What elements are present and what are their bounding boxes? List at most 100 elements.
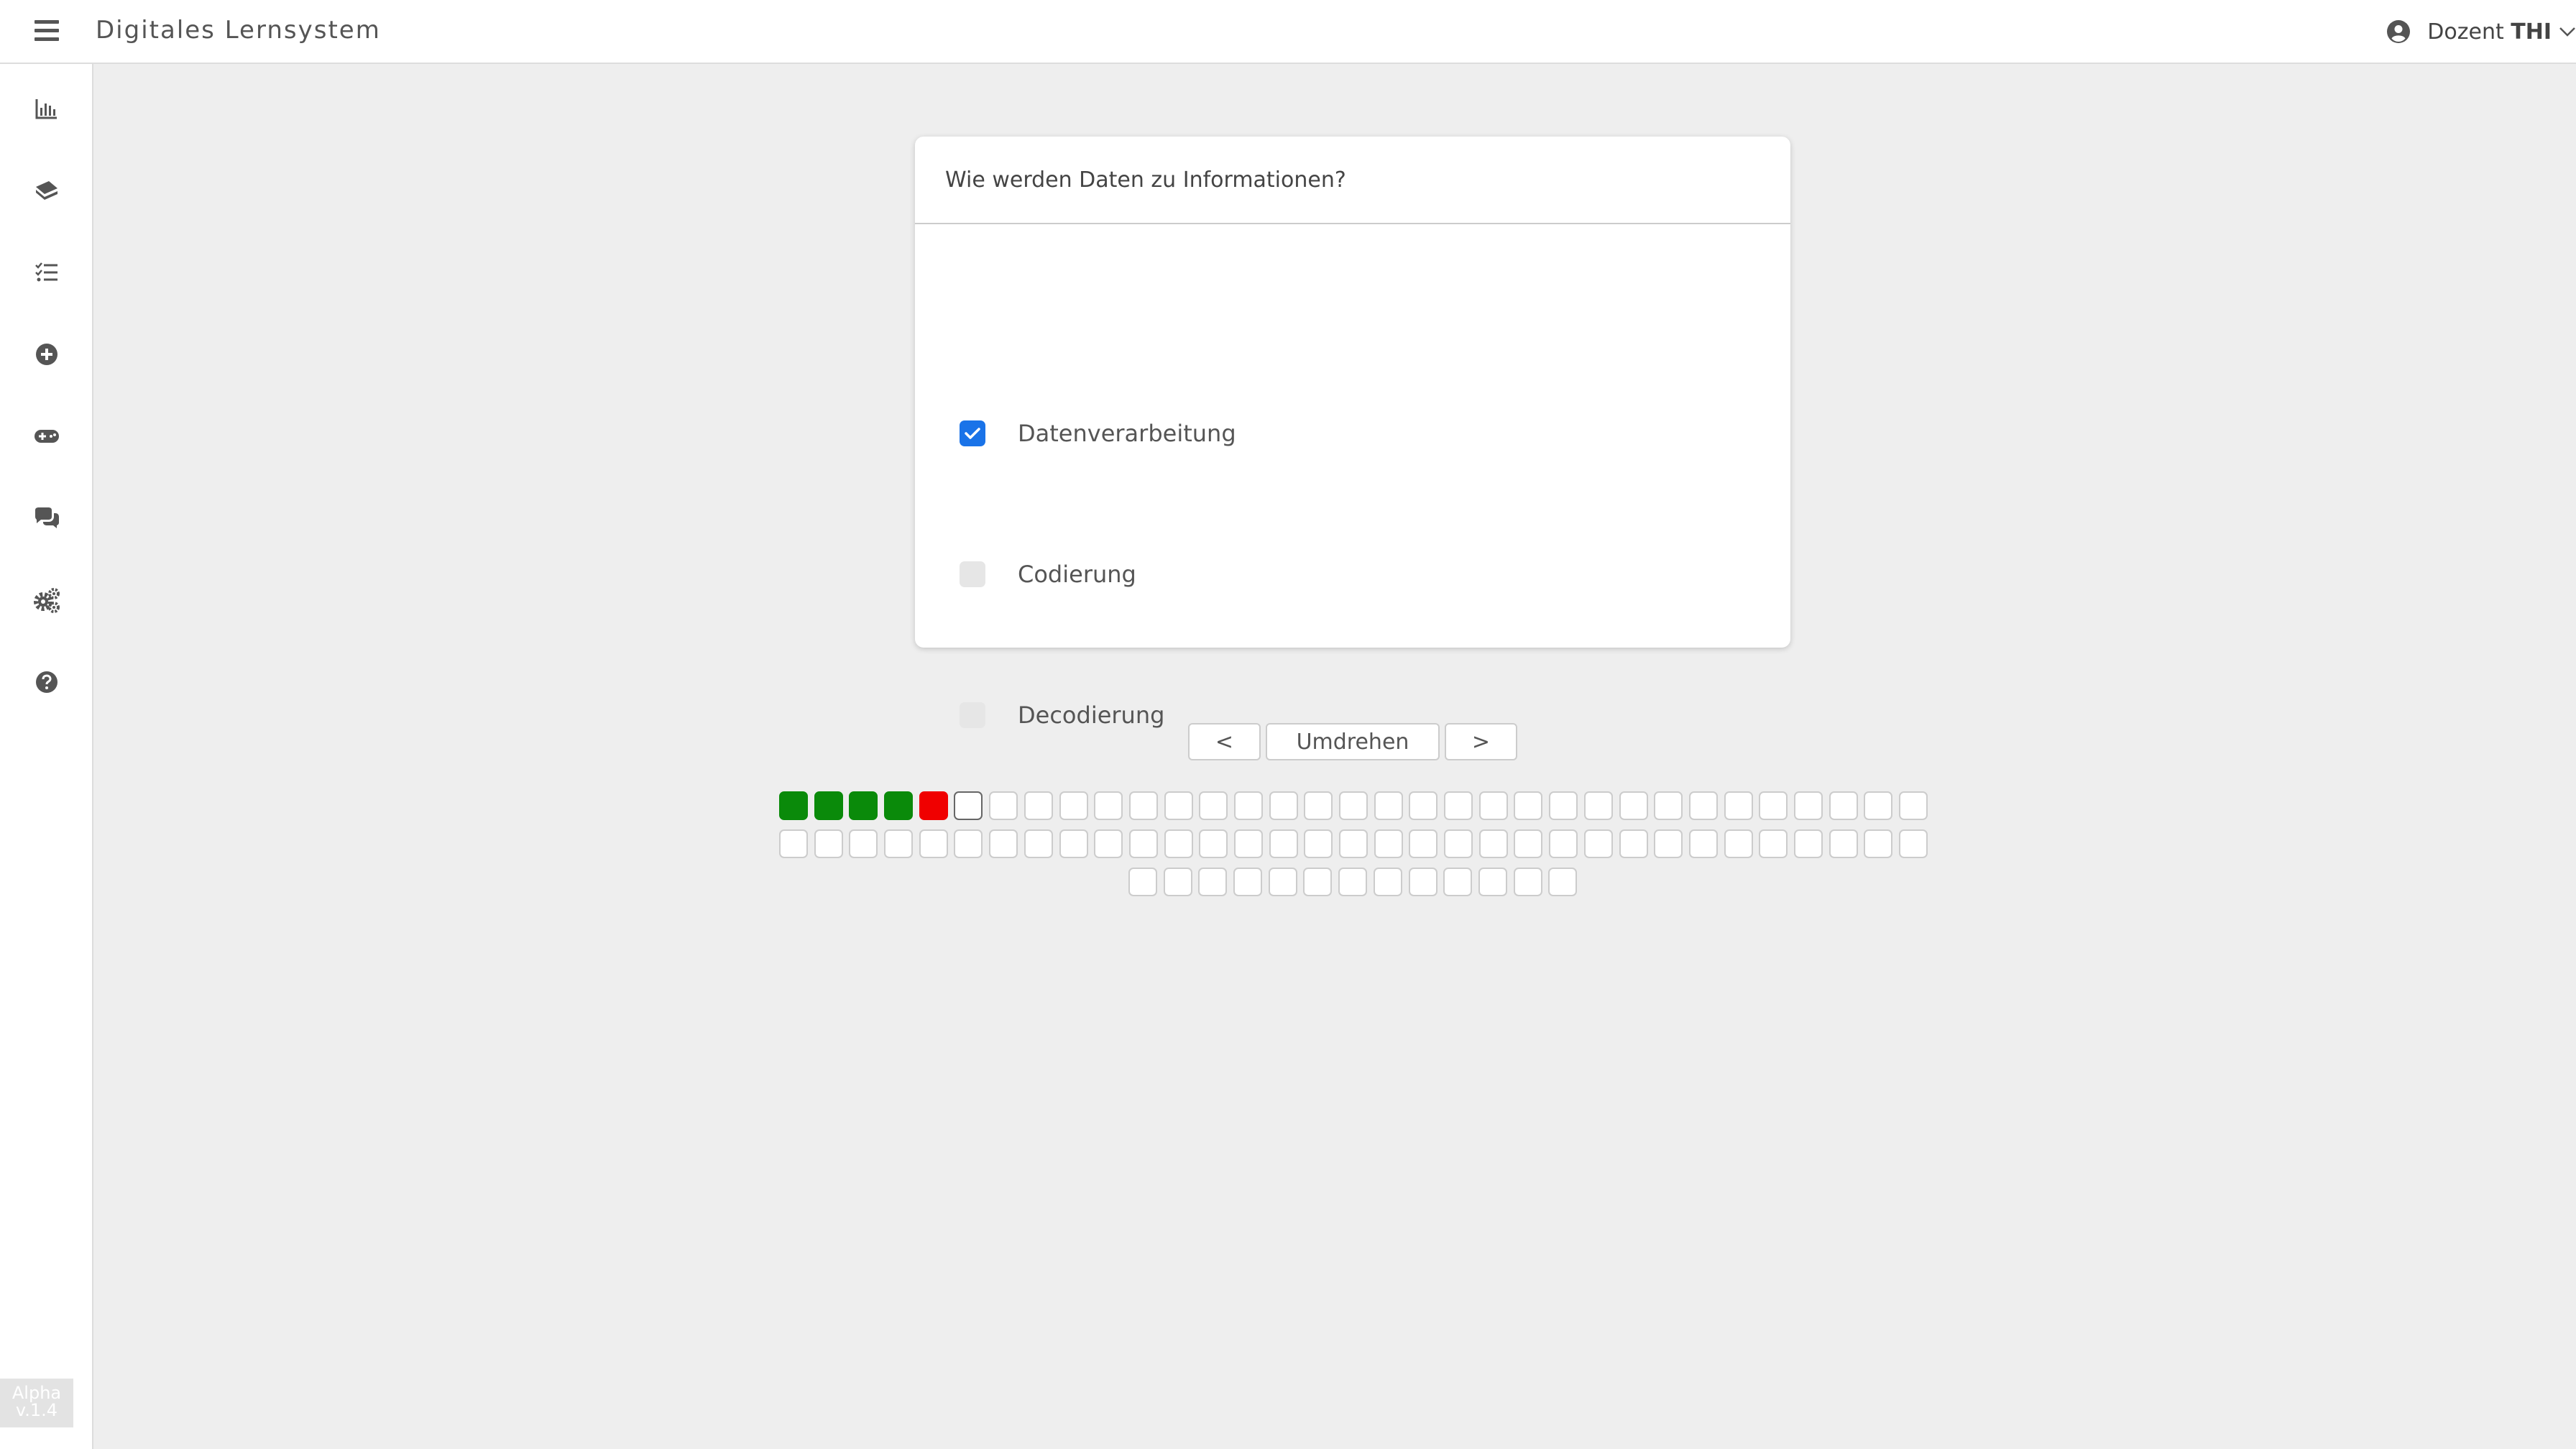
progress-cell[interactable]	[1233, 791, 1263, 820]
progress-cell[interactable]	[1478, 791, 1508, 820]
progress-cell[interactable]	[1164, 829, 1193, 858]
flip-card-button[interactable]: Umdrehen	[1266, 723, 1440, 760]
progress-cell[interactable]	[1059, 791, 1088, 820]
progress-cell[interactable]	[1443, 868, 1473, 896]
progress-cell[interactable]	[1899, 829, 1928, 858]
progress-cell[interactable]	[1864, 829, 1893, 858]
progress-cell[interactable]	[1339, 791, 1368, 820]
progress-cell[interactable]	[919, 829, 948, 858]
progress-cell[interactable]	[1338, 868, 1368, 896]
progress-cell[interactable]	[1233, 868, 1263, 896]
progress-cell[interactable]	[1759, 791, 1788, 820]
progress-cell[interactable]	[1373, 868, 1402, 896]
progress-cell[interactable]	[1303, 868, 1333, 896]
option-checkbox[interactable]	[960, 420, 985, 446]
progress-cell[interactable]	[1619, 791, 1648, 820]
progress-cell[interactable]	[1513, 868, 1542, 896]
progress-cell[interactable]	[1793, 829, 1823, 858]
progress-cell[interactable]	[1199, 791, 1228, 820]
progress-cell[interactable]	[1478, 868, 1507, 896]
progress-cell[interactable]	[1724, 791, 1753, 820]
sidebar-item-chat[interactable]	[29, 501, 64, 535]
sidebar-item-settings[interactable]	[29, 583, 64, 617]
progress-cell[interactable]	[1619, 829, 1648, 858]
progress-cell[interactable]	[1793, 791, 1823, 820]
progress-cell[interactable]	[1304, 829, 1333, 858]
progress-cell[interactable]	[989, 791, 1018, 820]
progress-cell[interactable]	[849, 791, 878, 820]
progress-cell[interactable]	[919, 791, 948, 820]
progress-cell[interactable]	[1339, 829, 1368, 858]
progress-cell[interactable]	[954, 829, 983, 858]
progress-cell[interactable]	[1514, 829, 1543, 858]
progress-cell[interactable]	[1899, 791, 1928, 820]
sidebar-item-games[interactable]	[29, 419, 64, 454]
option-checkbox[interactable]	[960, 702, 985, 728]
progress-cell[interactable]	[1408, 868, 1438, 896]
progress-cell[interactable]	[1374, 829, 1403, 858]
progress-cell[interactable]	[1024, 791, 1053, 820]
progress-cell[interactable]	[1864, 791, 1893, 820]
progress-cell[interactable]	[1374, 791, 1403, 820]
top-bar: Digitales Lernsystem Dozent THI	[0, 0, 2576, 64]
option-checkbox[interactable]	[960, 561, 985, 587]
progress-cell[interactable]	[814, 829, 843, 858]
progress-cell[interactable]	[849, 829, 878, 858]
progress-cell[interactable]	[1549, 791, 1578, 820]
progress-cell[interactable]	[989, 829, 1018, 858]
sidebar-item-help[interactable]	[29, 665, 64, 699]
option-codierung[interactable]: Codierung	[960, 556, 1136, 592]
progress-cell[interactable]	[1269, 791, 1298, 820]
progress-cell[interactable]	[1514, 791, 1543, 820]
progress-cell[interactable]	[1128, 791, 1158, 820]
menu-icon[interactable]	[34, 20, 59, 42]
progress-cell[interactable]	[1759, 829, 1788, 858]
option-label: Datenverarbeitung	[1018, 420, 1236, 447]
sidebar-item-cards[interactable]	[29, 173, 64, 208]
progress-cell[interactable]	[1444, 829, 1473, 858]
progress-cell[interactable]	[1233, 829, 1263, 858]
option-datenverarbeitung[interactable]: Datenverarbeitung	[960, 415, 1236, 451]
progress-cell[interactable]	[1583, 791, 1613, 820]
progress-cell[interactable]	[1024, 829, 1053, 858]
progress-cell[interactable]	[1478, 829, 1508, 858]
progress-cell[interactable]	[1548, 868, 1578, 896]
progress-cell[interactable]	[1268, 868, 1297, 896]
progress-cell[interactable]	[1409, 791, 1438, 820]
progress-cell[interactable]	[1828, 791, 1858, 820]
progress-cell[interactable]	[1549, 829, 1578, 858]
progress-cell[interactable]	[1444, 791, 1473, 820]
progress-cell[interactable]	[1724, 829, 1753, 858]
option-decodierung[interactable]: Decodierung	[960, 697, 1164, 733]
progress-cell[interactable]	[884, 791, 914, 820]
progress-cell[interactable]	[1198, 868, 1228, 896]
progress-cell[interactable]	[1128, 829, 1158, 858]
progress-cell[interactable]	[1304, 791, 1333, 820]
progress-cell[interactable]	[954, 791, 983, 820]
progress-cell[interactable]	[1094, 791, 1123, 820]
progress-cell[interactable]	[1688, 829, 1718, 858]
progress-cell[interactable]	[1128, 868, 1157, 896]
next-button[interactable]: >	[1445, 723, 1517, 760]
progress-cell[interactable]	[779, 791, 808, 820]
progress-cell[interactable]	[1094, 829, 1123, 858]
progress-cell[interactable]	[1583, 829, 1613, 858]
progress-cell[interactable]	[814, 791, 843, 820]
sidebar-item-statistics[interactable]	[29, 91, 64, 126]
progress-cell[interactable]	[1654, 791, 1683, 820]
progress-cell[interactable]	[1059, 829, 1088, 858]
progress-cell[interactable]	[1828, 829, 1858, 858]
user-menu[interactable]: Dozent THI	[2387, 16, 2576, 47]
sidebar-item-tasks[interactable]	[29, 255, 64, 290]
progress-cell[interactable]	[1164, 791, 1193, 820]
progress-cell[interactable]	[779, 829, 808, 858]
progress-cell[interactable]	[1163, 868, 1192, 896]
progress-cell[interactable]	[1654, 829, 1683, 858]
previous-button[interactable]: <	[1188, 723, 1261, 760]
sidebar-item-add[interactable]	[29, 337, 64, 372]
progress-cell[interactable]	[1199, 829, 1228, 858]
progress-cell[interactable]	[1409, 829, 1438, 858]
progress-cell[interactable]	[1269, 829, 1298, 858]
progress-cell[interactable]	[884, 829, 914, 858]
progress-cell[interactable]	[1688, 791, 1718, 820]
